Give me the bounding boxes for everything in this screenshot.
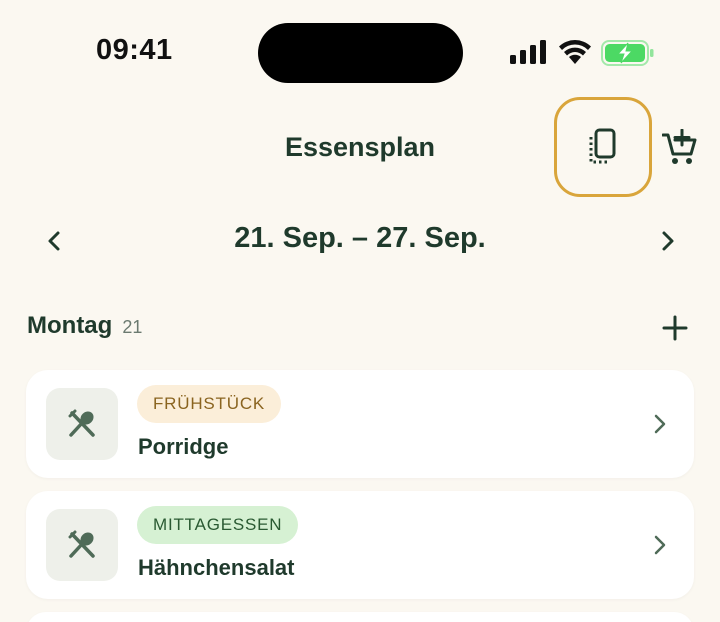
wifi-icon bbox=[559, 40, 591, 64]
add-to-cart-button[interactable] bbox=[660, 126, 700, 170]
meal-card[interactable]: FRÜHSTÜCK Porridge bbox=[26, 370, 694, 478]
day-heading: Montag 21 bbox=[27, 312, 142, 340]
utensils-icon bbox=[68, 530, 95, 558]
meal-name: Porridge bbox=[138, 434, 229, 459]
meal-card[interactable]: MITTAGESSEN Hähnchensalat bbox=[26, 491, 694, 599]
meal-thumbnail bbox=[46, 509, 118, 581]
meal-type-badge: FRÜHSTÜCK bbox=[137, 385, 282, 423]
battery-charging-icon bbox=[601, 40, 654, 66]
plus-icon bbox=[662, 315, 688, 341]
day-name: Montag bbox=[27, 312, 113, 339]
dynamic-island bbox=[258, 23, 463, 83]
meal-card[interactable] bbox=[26, 612, 694, 622]
status-bar: 09:41 bbox=[0, 0, 720, 100]
meal-name: Hähnchensalat bbox=[138, 555, 295, 580]
status-time: 09:41 bbox=[96, 34, 173, 66]
utensils-icon bbox=[68, 409, 95, 437]
week-range: 21. Sep. – 27. Sep. bbox=[234, 222, 486, 254]
chevron-right-icon bbox=[654, 414, 666, 434]
chevron-right-icon bbox=[662, 231, 674, 251]
copy-week-button[interactable] bbox=[554, 97, 652, 197]
signal-icon bbox=[510, 40, 546, 64]
meal-type-badge: MITTAGESSEN bbox=[137, 506, 299, 544]
chevron-right-icon bbox=[654, 535, 666, 555]
next-week-button[interactable] bbox=[654, 225, 682, 257]
meal-open-chevron bbox=[650, 531, 670, 559]
add-meal-button[interactable] bbox=[660, 313, 690, 343]
meal-open-chevron bbox=[650, 410, 670, 438]
cart-add-icon bbox=[662, 129, 697, 164]
meal-thumbnail bbox=[46, 388, 118, 460]
day-number: 21 bbox=[122, 317, 143, 337]
copy-icon bbox=[589, 128, 616, 164]
